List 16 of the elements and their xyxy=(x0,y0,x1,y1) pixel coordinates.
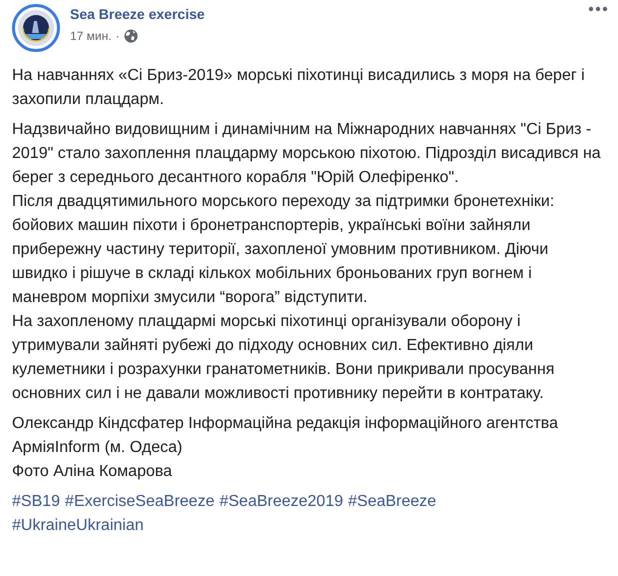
post-text: Надзвичайно видовищним і динамічним на Міжнародних навчаннях "Сі Бриз - 2019" стало захоплення плацдарму морською піхотою. Підрозділ висадився на берег з середнього десантного корабля "Юрій Олефіренко". xyxy=(12,120,602,188)
post-text: Після двадцятимильного морського переходу за підтримки бронетехніки: бойових машин піхоти і бронетранспортерів, українські воїни зайняли прибережну частину території, захопленої умовним противником. Діючи швидко і рішуче в складі кількох мобільних броньованих груп вогнем і маневром морпіхи змусили “ворога” відступити. xyxy=(12,192,556,308)
hashtag-link[interactable]: #SeaBreeze xyxy=(348,490,436,514)
hashtag-link[interactable]: #SeaBreeze2019 xyxy=(219,490,344,514)
post-text: Фото Аліна Комарова xyxy=(12,462,174,482)
page-name-link[interactable]: Sea Breeze exercise xyxy=(70,5,205,23)
post-text: Олександр Кіндсфатер Інформаційна редакція інформаційного агентства АрміяInform (м. Одеса) xyxy=(12,414,560,458)
hashtag-link[interactable]: #UkraineUkrainian xyxy=(12,514,144,538)
page-logo-icon[interactable] xyxy=(12,4,60,52)
post-text: На навчаннях «Сі Бриз-2019» морські піхотинці висадились з моря на берег і захопили плацдарм. xyxy=(12,66,586,110)
globe-icon xyxy=(124,29,138,43)
hashtag-link[interactable]: #ExerciseSeaBreeze xyxy=(65,490,214,514)
post-text: На захопленому плацдармі морські піхотинці організували оборону і утримували зайняті рубежі до підходу основних сил. Ефективно діяли кулеметники і розрахунки гранатометників. Вони прикривали просування основних сил і не давали можливості противнику перейти в контратаку. xyxy=(12,312,556,404)
post-time-link[interactable]: 17 мин. xyxy=(70,29,112,43)
separator-dot: · xyxy=(116,29,120,43)
hashtag-link[interactable]: #SB19 xyxy=(12,490,60,514)
